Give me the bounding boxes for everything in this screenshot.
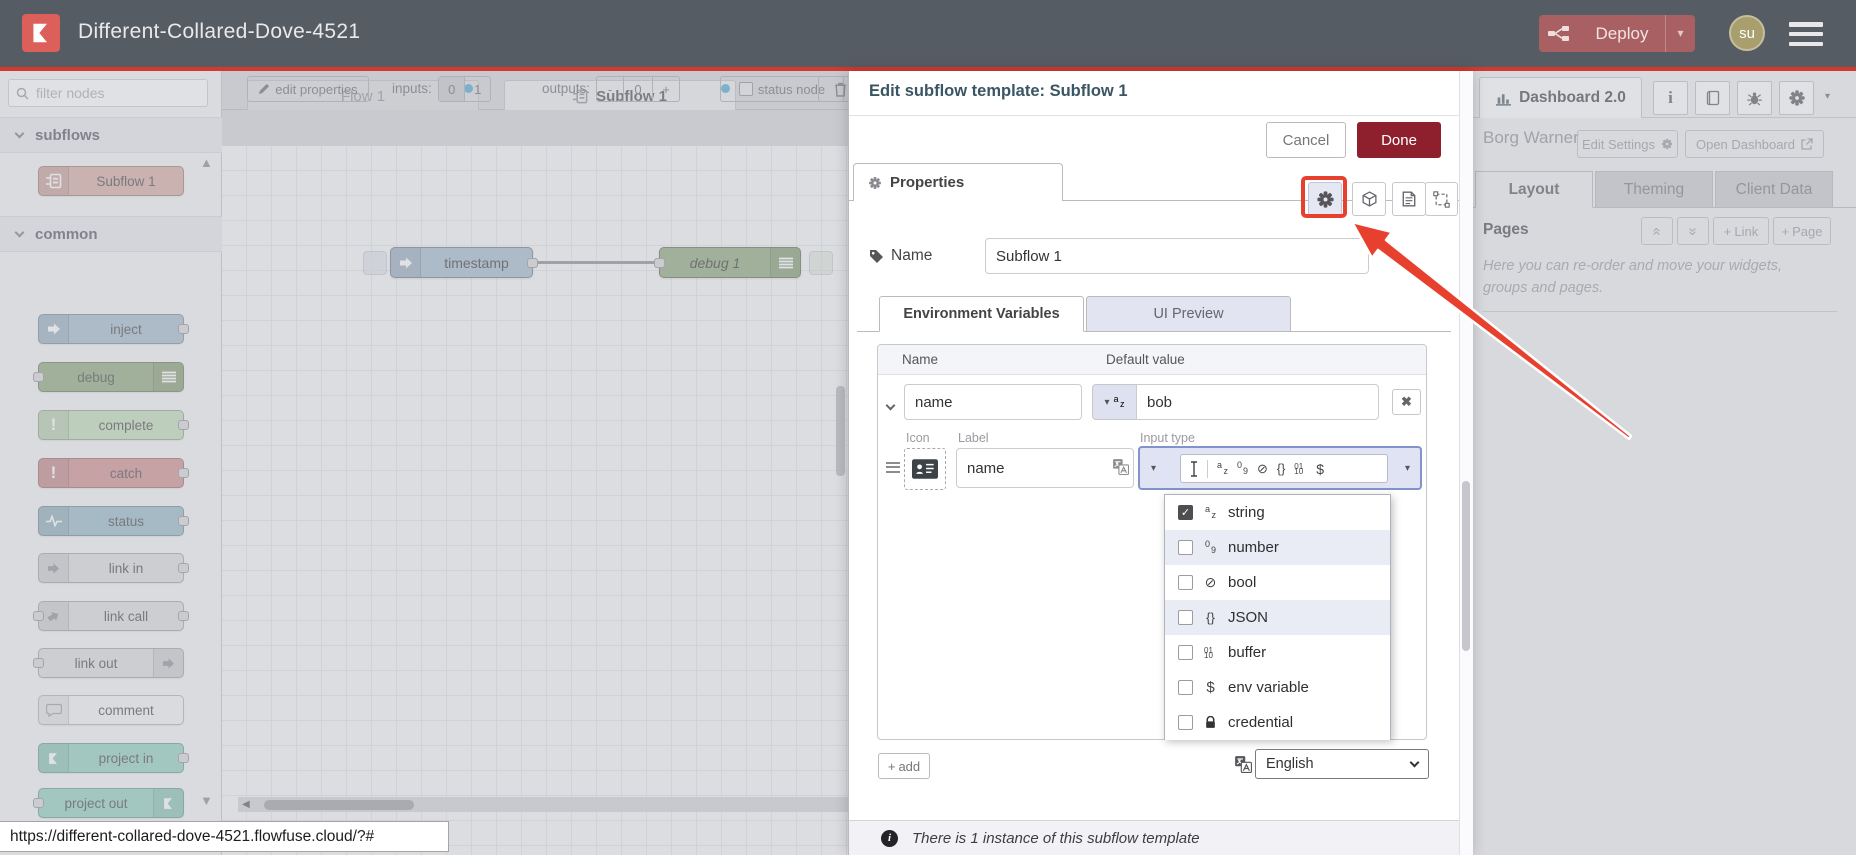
column-name: Name (902, 352, 939, 367)
checkbox[interactable] (1178, 680, 1193, 695)
selection-frame-icon (1433, 190, 1450, 208)
drag-handle-icon[interactable] (886, 459, 900, 475)
language-select[interactable]: English (1255, 749, 1429, 779)
bool-type-icon: ⊘ (1257, 460, 1268, 476)
cancel-button[interactable]: Cancel (1266, 122, 1346, 158)
translate-icon[interactable] (1234, 755, 1252, 778)
checkbox[interactable] (1178, 645, 1193, 660)
checkbox[interactable] (1178, 715, 1193, 730)
column-default-value: Default value (1106, 352, 1185, 367)
buffer-type-icon: 01 10 (1204, 645, 1213, 660)
module-properties-button[interactable] (1352, 182, 1386, 216)
type-option-string[interactable]: ✓ az string (1165, 495, 1390, 530)
table-header: Name Default value (878, 345, 1426, 375)
row-expand-chevron-icon[interactable] (885, 396, 896, 414)
dialog-scroll-thumb[interactable] (1462, 481, 1470, 651)
instance-title: Different-Collared-Dove-4521 (78, 20, 361, 43)
tag-icon (869, 249, 884, 269)
number-type-icon: 09 (1237, 460, 1248, 476)
checkbox[interactable] (1178, 575, 1193, 590)
type-option-credential[interactable]: credential (1165, 705, 1390, 740)
deploy-icon (1539, 26, 1579, 41)
tab-properties[interactable]: Properties (853, 163, 1063, 201)
dialog-title: Edit subflow template: Subflow 1 (869, 82, 1128, 100)
type-option-buffer[interactable]: 01 10 buffer (1165, 635, 1390, 670)
edit-subflow-dialog: Edit subflow template: Subflow 1 Cancel … (848, 71, 1473, 855)
json-type-icon: {} (1276, 461, 1286, 476)
check-icon: ✓ (1180, 507, 1191, 519)
type-option-json[interactable]: {} JSON (1165, 600, 1390, 635)
text-cursor-icon (1191, 460, 1197, 477)
caret-down-icon[interactable]: ▾ (1405, 463, 1410, 474)
deploy-label: Deploy (1595, 23, 1649, 43)
deploy-caret-icon[interactable]: ▾ (1665, 15, 1695, 52)
label-label: Label (958, 431, 989, 445)
main-menu-icon[interactable] (1789, 22, 1823, 46)
translate-icon[interactable] (1112, 458, 1129, 480)
env-type-icon: $ (1316, 460, 1325, 477)
dialog-footer: i There is 1 instance of this subflow te… (849, 820, 1459, 855)
env-var-name-input[interactable] (904, 384, 1082, 420)
string-type-icon: az (1205, 504, 1216, 520)
deploy-button[interactable]: Deploy ▾ (1539, 15, 1695, 52)
buffer-type-icon: 01 10 (1294, 461, 1304, 476)
id-card-icon (912, 459, 938, 479)
tab-environment-variables[interactable]: Environment Variables (879, 296, 1084, 332)
close-icon: ✖ (1401, 394, 1412, 409)
chevron-down-icon (1409, 757, 1420, 768)
header: Different-Collared-Dove-4521 Deploy ▾ su (0, 0, 1856, 67)
string-type-icon: az (1217, 460, 1228, 476)
node-red-editor: Different-Collared-Dove-4521 Deploy ▾ su… (0, 0, 1856, 855)
checkbox[interactable] (1178, 540, 1193, 555)
env-type-icon: $ (1206, 679, 1215, 696)
icon-label: Icon (906, 431, 930, 445)
info-icon: i (881, 829, 898, 847)
env-var-icon-button[interactable] (904, 448, 946, 490)
input-type-select[interactable]: ▾ az 09 ⊘ {} 01 10 $ ▾ (1138, 446, 1422, 490)
annotation-highlight-box (1301, 176, 1347, 218)
name-label: Name (891, 247, 933, 264)
type-option-env-variable[interactable]: $ env variable (1165, 670, 1390, 705)
input-type-label: Input type (1140, 431, 1195, 445)
type-option-bool[interactable]: ⊘ bool (1165, 565, 1390, 600)
number-type-icon: 09 (1205, 539, 1216, 555)
tab-ui-preview[interactable]: UI Preview (1086, 296, 1291, 332)
type-dropdown-menu: ✓ az string 09 number ⊘ bool {} JSON 01 … (1164, 494, 1391, 740)
appearance-button[interactable] (1425, 182, 1458, 216)
selected-types-strip: az 09 ⊘ {} 01 10 $ (1180, 454, 1388, 483)
plus-icon: + (887, 758, 896, 774)
cube-icon (1361, 190, 1377, 207)
checkbox[interactable] (1178, 610, 1193, 625)
string-type-icon: az (1113, 393, 1125, 409)
gear-icon (869, 176, 881, 189)
dialog-scrollbar[interactable] (1459, 71, 1473, 855)
flowfuse-logo-icon (22, 14, 60, 52)
user-avatar[interactable]: su (1729, 15, 1765, 51)
add-env-var-button[interactable]: + add (878, 753, 930, 779)
env-var-value-input[interactable] (1136, 384, 1379, 420)
description-button[interactable] (1392, 182, 1426, 216)
done-button[interactable]: Done (1357, 122, 1441, 158)
instance-count-text: There is 1 instance of this subflow temp… (912, 829, 1200, 847)
document-icon (1402, 191, 1416, 207)
delete-row-button[interactable]: ✖ (1392, 389, 1421, 415)
type-option-number[interactable]: 09 number (1165, 530, 1390, 565)
subflow-name-input[interactable] (985, 238, 1369, 274)
status-url-tooltip: https://different-collared-dove-4521.flo… (0, 821, 449, 852)
json-type-icon: {} (1206, 610, 1215, 625)
env-var-label-input[interactable] (956, 448, 1134, 488)
lock-icon (1202, 716, 1219, 729)
env-var-type-button[interactable]: ▾ az (1092, 384, 1136, 420)
caret-down-icon: ▾ (1151, 462, 1157, 474)
checkbox-checked[interactable]: ✓ (1178, 505, 1193, 520)
caret-down-icon: ▾ (1104, 396, 1110, 408)
bool-type-icon: ⊘ (1204, 574, 1217, 590)
